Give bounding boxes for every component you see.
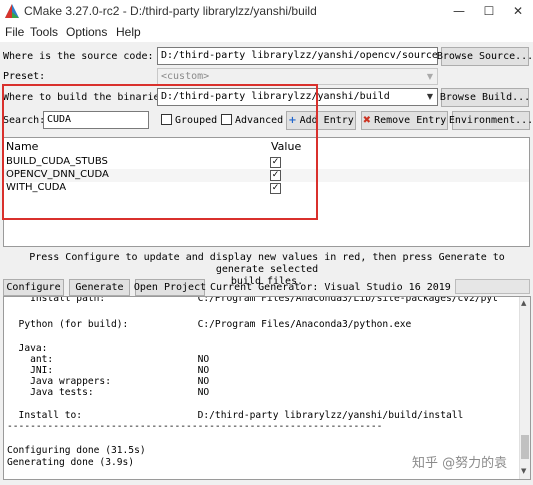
cmake-logo-icon xyxy=(5,4,19,18)
title-bar: CMake 3.27.0-rc2 - D:/third-party librar… xyxy=(0,0,533,22)
chevron-down-icon: ▼ xyxy=(426,72,433,81)
remove-entry-label: Remove Entry xyxy=(374,115,447,126)
menu-options[interactable]: Options xyxy=(66,25,107,39)
menu-bar: File Tools Options Help xyxy=(0,22,533,42)
log-line: Java: xyxy=(7,343,48,354)
preset-select[interactable]: <custom> ▼ xyxy=(157,68,438,85)
output-scrollbar[interactable]: ▲ ▼ xyxy=(519,297,530,479)
menu-help[interactable]: Help xyxy=(116,25,141,39)
log-line: JNI: NO xyxy=(7,365,210,376)
source-path-input[interactable]: D:/third-party librarylzz/yanshi/opencv/… xyxy=(157,47,438,65)
scrollbar-thumb[interactable] xyxy=(521,435,529,459)
environment-button[interactable]: Environment... xyxy=(449,111,533,130)
remove-x-icon: ✖ xyxy=(362,115,372,126)
open-project-button[interactable]: Open Project xyxy=(134,279,206,296)
configure-button[interactable]: Configure xyxy=(3,279,64,296)
window-title: CMake 3.27.0-rc2 - D:/third-party librar… xyxy=(24,4,317,18)
progress-bar xyxy=(455,279,530,294)
chevron-down-icon: ▼ xyxy=(426,92,433,101)
preset-value: <custom> xyxy=(161,71,210,82)
current-generator-label: Current Generator: Visual Studio 16 2019 xyxy=(210,282,451,293)
generate-button[interactable]: Generate xyxy=(69,279,130,296)
preset-label: Preset: xyxy=(3,71,46,82)
minimize-icon[interactable]: — xyxy=(444,0,474,22)
log-line: Install path: C:/Program Files/Anaconda3… xyxy=(7,296,498,304)
log-line: Configuring done (31.5s) xyxy=(7,445,146,456)
menu-file[interactable]: File xyxy=(5,25,24,39)
info-line-1: Press Configure to update and display ne… xyxy=(29,252,505,275)
log-line: Java wrappers: NO xyxy=(7,376,210,387)
browse-build-button[interactable]: Browse Build... xyxy=(440,88,530,107)
close-icon[interactable]: ✕ xyxy=(503,0,533,22)
maximize-icon[interactable]: ☐ xyxy=(474,0,504,22)
menu-tools[interactable]: Tools xyxy=(30,25,58,39)
log-line: Java tests: NO xyxy=(7,387,210,398)
scroll-up-icon[interactable]: ▲ xyxy=(521,299,526,307)
log-line: Python (for build): C:/Program Files/Ana… xyxy=(7,319,412,330)
log-line: ant: NO xyxy=(7,354,210,365)
log-line: ----------------------------------------… xyxy=(7,421,383,432)
scroll-down-icon[interactable]: ▼ xyxy=(521,467,526,475)
remove-entry-button[interactable]: ✖ Remove Entry xyxy=(361,111,448,130)
watermark: 知乎 @努力的袁 xyxy=(412,456,508,471)
source-label: Where is the source code: xyxy=(3,51,154,62)
log-line: Generating done (3.9s) xyxy=(7,457,135,468)
log-line: Install to: D:/third-party librarylzz/ya… xyxy=(7,410,464,421)
highlight-annotation xyxy=(2,84,318,220)
browse-source-button[interactable]: Browse Source... xyxy=(437,47,533,66)
